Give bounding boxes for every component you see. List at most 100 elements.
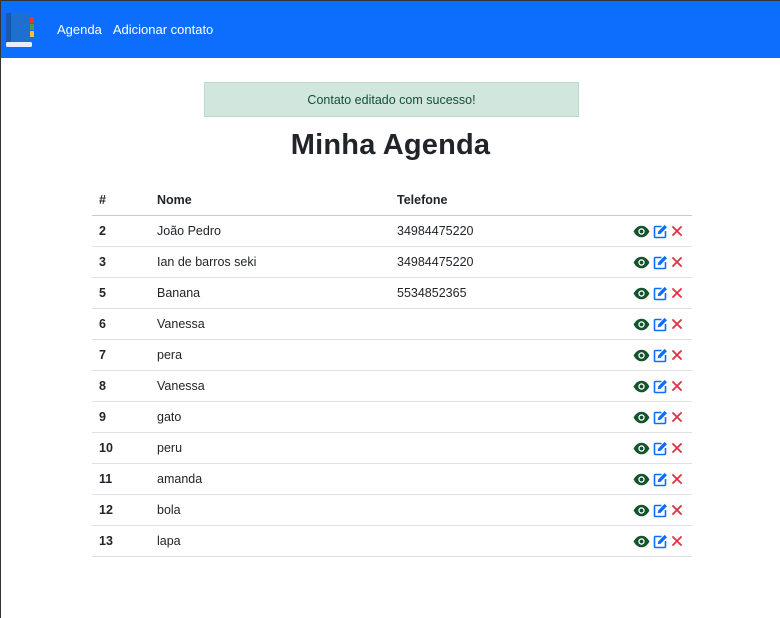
row-actions bbox=[590, 432, 692, 464]
table-row: 2 João Pedro 34984475220 bbox=[92, 215, 692, 247]
delete-icon[interactable] bbox=[671, 349, 683, 361]
table-row: 3 Ian de barros seki 34984475220 bbox=[92, 246, 692, 278]
row-telefone bbox=[390, 494, 590, 526]
eye-icon[interactable] bbox=[633, 287, 650, 300]
row-actions bbox=[590, 525, 692, 557]
success-alert: Contato editado com sucesso! bbox=[204, 82, 579, 117]
delete-icon[interactable] bbox=[671, 535, 683, 547]
row-nome: lapa bbox=[150, 525, 390, 557]
delete-icon[interactable] bbox=[671, 473, 683, 485]
row-nome: Banana bbox=[150, 277, 390, 309]
edit-icon[interactable] bbox=[653, 472, 668, 487]
row-nome: Vanessa bbox=[150, 370, 390, 402]
header-telefone: Telefone bbox=[390, 185, 590, 216]
row-actions bbox=[590, 401, 692, 433]
table-row: 10 peru bbox=[92, 432, 692, 464]
row-telefone bbox=[390, 308, 590, 340]
row-actions bbox=[590, 463, 692, 495]
row-id: 2 bbox=[92, 215, 150, 247]
row-telefone: 5534852365 bbox=[390, 277, 590, 309]
contacts-table: # Nome Telefone 2 João Pedro 34984475220 3 I… bbox=[92, 185, 692, 557]
row-id: 13 bbox=[92, 525, 150, 557]
table-header-row: # Nome Telefone bbox=[92, 185, 692, 216]
edit-icon[interactable] bbox=[653, 534, 668, 549]
nav-link-adicionar-contato[interactable]: Adicionar contato bbox=[113, 22, 213, 37]
row-actions bbox=[590, 277, 692, 309]
delete-icon[interactable] bbox=[671, 256, 683, 268]
row-actions bbox=[590, 308, 692, 340]
edit-icon[interactable] bbox=[653, 441, 668, 456]
edit-icon[interactable] bbox=[653, 317, 668, 332]
row-id: 6 bbox=[92, 308, 150, 340]
delete-icon[interactable] bbox=[671, 287, 683, 299]
delete-icon[interactable] bbox=[671, 318, 683, 330]
eye-icon[interactable] bbox=[633, 318, 650, 331]
row-nome: gato bbox=[150, 401, 390, 433]
row-actions bbox=[590, 246, 692, 278]
eye-icon[interactable] bbox=[633, 380, 650, 393]
delete-icon[interactable] bbox=[671, 504, 683, 516]
row-nome: Vanessa bbox=[150, 308, 390, 340]
header-nome: Nome bbox=[150, 185, 390, 216]
eye-icon[interactable] bbox=[633, 349, 650, 362]
edit-icon[interactable] bbox=[653, 503, 668, 518]
row-id: 12 bbox=[92, 494, 150, 526]
row-actions bbox=[590, 215, 692, 247]
table-row: 12 bola bbox=[92, 494, 692, 526]
table-row: 5 Banana 5534852365 bbox=[92, 277, 692, 309]
eye-icon[interactable] bbox=[633, 535, 650, 548]
edit-icon[interactable] bbox=[653, 286, 668, 301]
row-id: 10 bbox=[92, 432, 150, 464]
row-telefone bbox=[390, 432, 590, 464]
table-row: 6 Vanessa bbox=[92, 308, 692, 340]
table-row: 11 amanda bbox=[92, 463, 692, 495]
edit-icon[interactable] bbox=[653, 255, 668, 270]
header-id: # bbox=[92, 185, 150, 216]
row-telefone bbox=[390, 401, 590, 433]
eye-icon[interactable] bbox=[633, 504, 650, 517]
row-id: 7 bbox=[92, 339, 150, 371]
row-id: 11 bbox=[92, 463, 150, 495]
row-nome: amanda bbox=[150, 463, 390, 495]
eye-icon[interactable] bbox=[633, 225, 650, 238]
delete-icon[interactable] bbox=[671, 442, 683, 454]
row-telefone bbox=[390, 370, 590, 402]
row-telefone: 34984475220 bbox=[390, 246, 590, 278]
row-telefone bbox=[390, 339, 590, 371]
edit-icon[interactable] bbox=[653, 410, 668, 425]
row-actions bbox=[590, 370, 692, 402]
row-nome: Ian de barros seki bbox=[150, 246, 390, 278]
eye-icon[interactable] bbox=[633, 411, 650, 424]
header-actions bbox=[590, 185, 692, 216]
row-telefone bbox=[390, 525, 590, 557]
eye-icon[interactable] bbox=[633, 473, 650, 486]
eye-icon[interactable] bbox=[633, 442, 650, 455]
navbar: Agenda Adicionar contato bbox=[1, 1, 780, 58]
eye-icon[interactable] bbox=[633, 256, 650, 269]
nav-link-agenda[interactable]: Agenda bbox=[57, 22, 102, 37]
table-row: 13 lapa bbox=[92, 525, 692, 557]
address-book-icon[interactable] bbox=[4, 5, 40, 55]
edit-icon[interactable] bbox=[653, 348, 668, 363]
row-id: 5 bbox=[92, 277, 150, 309]
delete-icon[interactable] bbox=[671, 411, 683, 423]
row-id: 8 bbox=[92, 370, 150, 402]
table-row: 7 pera bbox=[92, 339, 692, 371]
row-nome: João Pedro bbox=[150, 215, 390, 247]
row-actions bbox=[590, 339, 692, 371]
edit-icon[interactable] bbox=[653, 379, 668, 394]
row-id: 3 bbox=[92, 246, 150, 278]
edit-icon[interactable] bbox=[653, 224, 668, 239]
row-id: 9 bbox=[92, 401, 150, 433]
delete-icon[interactable] bbox=[671, 225, 683, 237]
row-actions bbox=[590, 494, 692, 526]
delete-icon[interactable] bbox=[671, 380, 683, 392]
row-nome: peru bbox=[150, 432, 390, 464]
row-nome: bola bbox=[150, 494, 390, 526]
table-row: 9 gato bbox=[92, 401, 692, 433]
table-row: 8 Vanessa bbox=[92, 370, 692, 402]
row-nome: pera bbox=[150, 339, 390, 371]
page-title: Minha Agenda bbox=[290, 129, 491, 161]
row-telefone bbox=[390, 463, 590, 495]
row-telefone: 34984475220 bbox=[390, 215, 590, 247]
